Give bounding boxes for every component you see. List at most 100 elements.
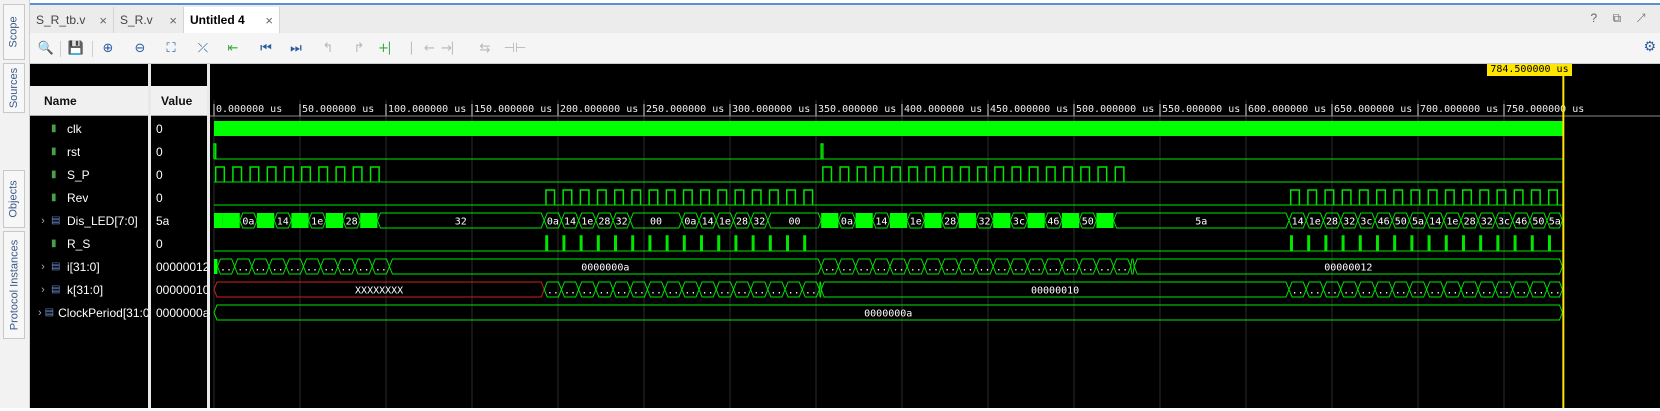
k-value-label: .. (1515, 286, 1527, 297)
previous-marker-icon[interactable]: ⇤ (223, 38, 243, 58)
zoom-in-icon[interactable]: ⊕ (98, 38, 118, 58)
i-value-label: .. (841, 263, 853, 274)
i-value-label: .. (910, 263, 922, 274)
close-icon[interactable]: × (169, 13, 177, 28)
r-s-pulse (614, 235, 618, 251)
i-value-label: .. (1116, 263, 1128, 274)
waveform-viewer[interactable]: 0.000000 us 50.000000 us 100.000000 us 150.… (210, 64, 1660, 408)
i-value-label: .. (340, 263, 352, 274)
chevron-right-icon[interactable]: › (38, 261, 48, 273)
time-tick-label: 600.000000 us (1248, 104, 1326, 115)
dis-led-value-label: 00 (650, 217, 662, 228)
s-p-pulse (1114, 166, 1125, 182)
swap-cursors-icon[interactable]: ⇆ (475, 38, 495, 58)
signal-row-i[interactable]: › ▤ i[31:0] (38, 255, 100, 278)
time-tick-label: 450.000000 us (990, 104, 1068, 115)
signal-name: Rev (67, 190, 89, 205)
signal-row-s-p[interactable]: ▮ S_P (38, 163, 90, 186)
r-s-pulse (1444, 235, 1448, 251)
rev-pulse (1341, 189, 1352, 205)
rev-pulse (648, 189, 659, 205)
r-s-pulse (1393, 235, 1397, 251)
s-p-pulse (1097, 166, 1108, 182)
signal-row-k[interactable]: › ▤ k[31:0] (38, 278, 103, 301)
chevron-right-icon[interactable]: › (38, 215, 48, 227)
rev-pulse (751, 189, 762, 205)
s-p-pulse (249, 166, 260, 182)
signal-name: S_P (67, 167, 90, 182)
dis-led-value-label: 5a (1412, 217, 1424, 228)
dis-led-value-label: 14 (875, 217, 887, 228)
signal-row-rst[interactable]: ▮ rst (38, 140, 80, 163)
tab-untitled-4[interactable]: Untitled 4 × (184, 7, 280, 33)
search-icon[interactable]: 🔍 (36, 38, 56, 58)
dis-led-segment (222, 213, 240, 228)
previous-transition-icon[interactable]: ↰ (318, 38, 338, 58)
r-s-pulse (665, 235, 669, 251)
dis-led-value-label: 32 (1481, 217, 1493, 228)
window-controls[interactable]: ? ⧉ ↗ (1590, 11, 1652, 26)
tab-scope[interactable]: Scope (3, 4, 25, 60)
signal-row-r-s[interactable]: ▮ R_S (38, 232, 90, 255)
dis-led-segment (958, 213, 976, 228)
dis-led-value-label: 14 (1292, 217, 1304, 228)
s-p-pulse (318, 166, 329, 182)
previous-marker-nav-icon[interactable]: ⎸← (411, 38, 435, 58)
tab-sources[interactable]: Sources (3, 63, 25, 113)
tab-objects[interactable]: Objects (3, 170, 25, 228)
waveform-canvas[interactable]: 0.000000 us 50.000000 us 100.000000 us 150.… (210, 64, 1660, 408)
add-marker-icon[interactable]: +⎸ (378, 38, 402, 58)
signal-value: 0 (156, 236, 163, 251)
save-icon[interactable]: 💾 (66, 38, 86, 58)
r-s-pulse (1547, 235, 1551, 251)
k-value-label: .. (1360, 286, 1372, 297)
r-s-pulse (700, 235, 704, 251)
close-icon[interactable]: × (265, 13, 273, 28)
chevron-right-icon[interactable]: › (38, 284, 48, 296)
dis-led-value-label: 28 (598, 217, 610, 228)
time-tick-label: 100.000000 us (388, 104, 466, 115)
r-s-pulse (734, 235, 738, 251)
signal-row-rev[interactable]: ▮ Rev (38, 186, 88, 209)
dis-led-value-label: 32 (753, 217, 765, 228)
close-icon[interactable]: × (99, 13, 107, 28)
dis-led-value-label: 3c (1360, 217, 1372, 228)
tab-s-r[interactable]: S_R.v × (114, 7, 184, 33)
tab-s-r-tb[interactable]: S_R_tb.v × (30, 7, 114, 33)
signal-name: clk (67, 121, 82, 136)
r-s-pulse (717, 235, 721, 251)
i-value-label: .. (893, 263, 905, 274)
dis-led-value-label: 50 (1532, 217, 1544, 228)
zoom-out-icon[interactable]: ⊖ (130, 38, 150, 58)
signal-row-dis-led[interactable]: › ▤ Dis_LED[7:0] (38, 209, 138, 232)
go-to-cursor-icon[interactable]: ⤫ (193, 38, 213, 58)
signal-name: ClockPeriod[31:0] (58, 305, 148, 320)
go-to-start-icon[interactable]: ⏮ (256, 38, 276, 58)
tab-protocol-instances[interactable]: Protocol Instances (3, 231, 25, 339)
r-s-pulse (1324, 235, 1328, 251)
zoom-fit-icon[interactable]: ⛶ (161, 38, 181, 58)
name-column-header[interactable]: Name (30, 86, 148, 116)
r-s-pulse (1358, 235, 1362, 251)
signal-row-clk[interactable]: ▮ clk (38, 117, 82, 140)
go-to-end-icon[interactable]: ⏭ (286, 38, 306, 58)
value-column-header[interactable]: Value (151, 86, 207, 116)
signal-row-clock-period[interactable]: › ▤ ClockPeriod[31:0] (38, 301, 148, 324)
next-marker-nav-icon[interactable]: →⎸ (441, 38, 465, 58)
r-s-pulse (1410, 235, 1414, 251)
dis-led-value-label: 32 (455, 217, 467, 228)
dis-led-value-label: 0a (841, 217, 853, 228)
s-p-pulse (976, 166, 988, 182)
signal-name: R_S (67, 236, 91, 251)
next-transition-icon[interactable]: ↱ (349, 38, 369, 58)
s-p-pulse (839, 166, 850, 182)
snap-icon[interactable]: ⊣⊢ (504, 38, 527, 58)
signal-value: 00000010 (156, 282, 210, 297)
dis-led-value-label: 46 (1515, 217, 1527, 228)
cursor-time-label[interactable]: 784.500000 us (1487, 64, 1572, 76)
i-value-label: .. (272, 263, 284, 274)
r-s-pulse (1427, 235, 1431, 251)
time-tick-label: 250.000000 us (646, 104, 724, 115)
chevron-right-icon[interactable]: › (38, 307, 42, 319)
gear-icon[interactable]: ⚙ (1643, 39, 1656, 55)
